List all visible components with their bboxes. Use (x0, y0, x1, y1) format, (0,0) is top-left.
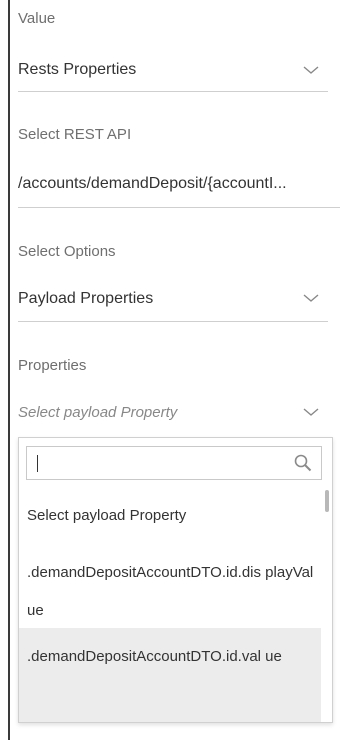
chevron-down-icon[interactable] (302, 64, 320, 76)
left-border-rule (8, 0, 10, 740)
chevron-down-icon[interactable] (302, 292, 320, 304)
properties-dropdown-panel: Select payload Property .demandDepositAc… (18, 437, 333, 723)
text-caret (37, 455, 38, 472)
dropdown-scrollbar[interactable] (325, 490, 329, 512)
value-label: Value (18, 10, 56, 27)
properties-label: Properties (18, 357, 87, 374)
dropdown-search-input[interactable] (26, 446, 322, 480)
dropdown-option-selected[interactable]: .demandDepositAccountDTO.id.val ue (19, 628, 321, 722)
properties-select[interactable]: Select payload Property (18, 404, 177, 421)
dropdown-option-label: .demandDepositAccountDTO.id.val ue (27, 648, 282, 665)
options-select[interactable]: Payload Properties (18, 290, 298, 308)
value-underline (18, 91, 328, 92)
dropdown-option-label: .demandDepositAccountDTO.id.dis playValu… (27, 564, 314, 619)
dropdown-option[interactable]: .demandDepositAccountDTO.id.dis playValu… (19, 546, 321, 622)
rest-api-select[interactable]: /accounts/demandDeposit/{accountI... (18, 175, 336, 193)
select-options-label: Select Options (18, 243, 116, 260)
rest-api-label: Select REST API (18, 126, 132, 143)
options-underline (18, 321, 328, 322)
rest-api-underline (18, 207, 340, 208)
search-icon (294, 454, 312, 472)
dropdown-option[interactable]: Select payload Property (19, 506, 321, 526)
value-select[interactable]: Rests Properties (18, 61, 298, 79)
chevron-down-icon[interactable] (302, 406, 320, 418)
